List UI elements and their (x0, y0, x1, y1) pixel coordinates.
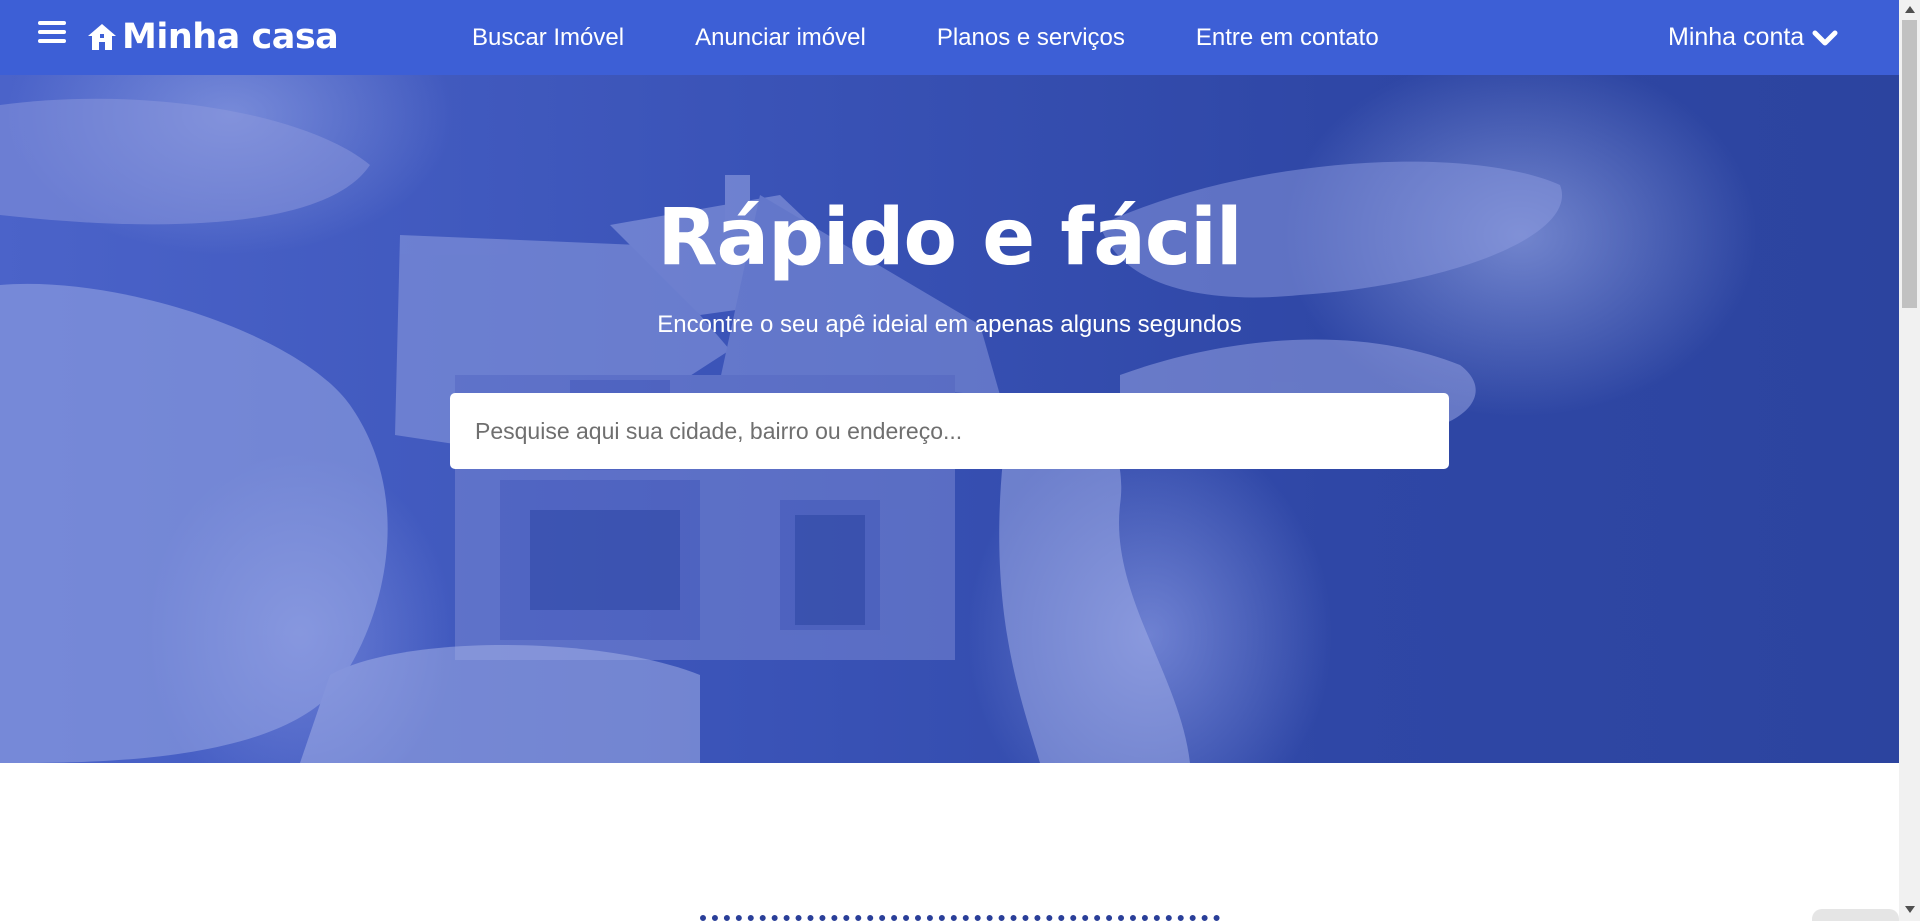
vertical-scrollbar[interactable] (1899, 0, 1920, 921)
account-label: Minha conta (1668, 23, 1805, 51)
next-section-heading-peek (700, 905, 1260, 921)
brand-logo[interactable]: Minha casa (86, 16, 339, 58)
scroll-up-arrow-icon[interactable] (1905, 6, 1915, 13)
chevron-down-icon (1812, 30, 1838, 45)
brand-name: Minha casa (122, 17, 339, 57)
house-icon (88, 24, 116, 50)
nav-link-anunciar-imovel[interactable]: Anunciar imóvel (695, 24, 866, 52)
nav-link-planos-servicos[interactable]: Planos e serviços (937, 24, 1125, 52)
nav-link-buscar-imovel[interactable]: Buscar Imóvel (472, 24, 624, 52)
hamburger-menu-icon[interactable] (38, 21, 68, 47)
hero-title: Rápido e fácil (657, 193, 1242, 283)
navbar: Minha casa Buscar Imóvel Anunciar imóvel… (0, 0, 1899, 75)
page: Minha casa Buscar Imóvel Anunciar imóvel… (0, 0, 1899, 921)
search-input[interactable] (450, 393, 1449, 469)
account-menu[interactable]: Minha conta (1668, 0, 1838, 75)
hero-section: Rápido e fácil Encontre o seu apê ideial… (0, 75, 1899, 763)
scroll-down-arrow-icon[interactable] (1905, 906, 1915, 913)
scrollbar-thumb[interactable] (1902, 20, 1917, 308)
main-nav: Buscar Imóvel Anunciar imóvel Planos e s… (472, 0, 1379, 75)
floating-widget-peek[interactable] (1812, 909, 1899, 921)
hero-subtitle: Encontre o seu apê ideial em apenas algu… (657, 311, 1242, 338)
nav-link-contato[interactable]: Entre em contato (1196, 24, 1379, 52)
